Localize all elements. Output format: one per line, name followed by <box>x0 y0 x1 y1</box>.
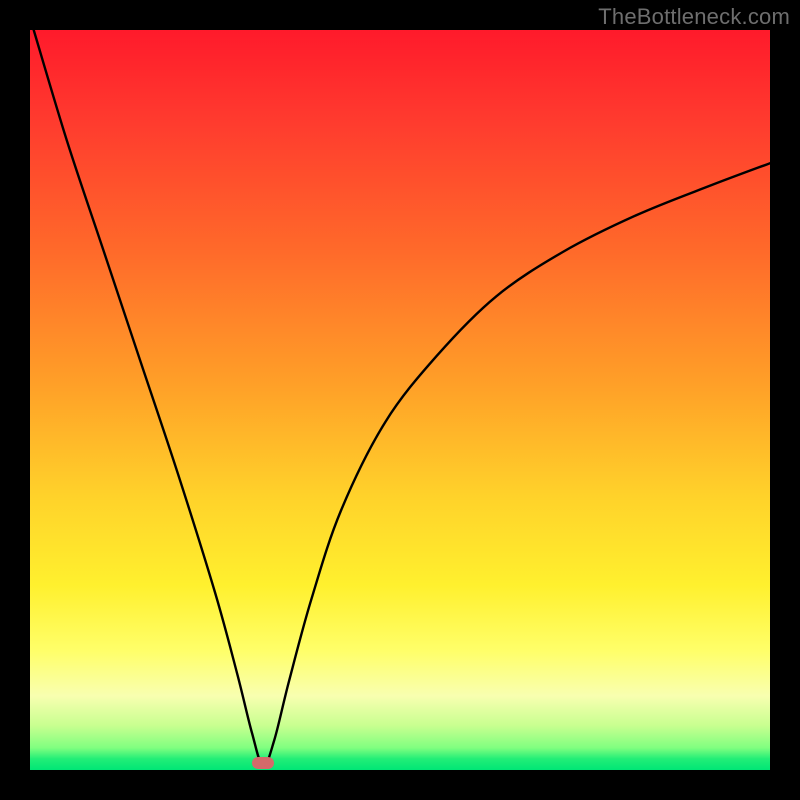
optimal-point-marker <box>252 757 274 769</box>
plot-area <box>30 30 770 770</box>
chart-stage: TheBottleneck.com <box>0 0 800 800</box>
bottleneck-curve <box>30 30 770 770</box>
watermark-text: TheBottleneck.com <box>598 4 790 30</box>
